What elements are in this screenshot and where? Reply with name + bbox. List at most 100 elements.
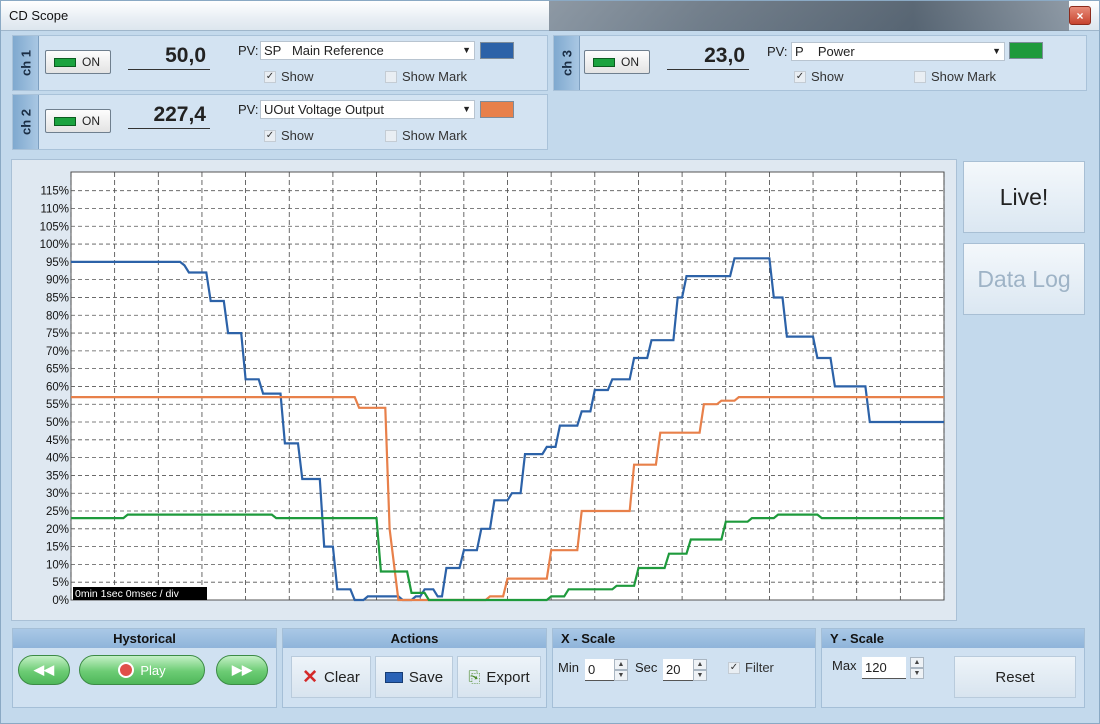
channel-1-color-swatch[interactable] [480,42,514,59]
channel-3-color-swatch[interactable] [1009,42,1043,59]
channel-2-tab-label: ch 2 [18,108,33,136]
reset-button[interactable]: Reset [954,656,1076,698]
y-tick-label: 65% [46,364,69,376]
check-icon: ✓ [728,661,740,674]
data-log-button[interactable]: Data Log [963,243,1085,315]
channel-3-value: 23,0 [667,42,749,70]
channel-1-on-button[interactable]: ON [45,50,111,74]
channel-1-tab-label: ch 1 [18,49,33,77]
check-icon: ✓ [794,70,806,83]
y-tick-label: 50% [46,417,69,429]
time-per-div-label: 0min 1sec 0msec / div [75,588,180,600]
live-button[interactable]: Live! [963,161,1085,233]
y-tick-label: 75% [46,328,69,340]
monitor-icon [384,671,403,683]
channel-3-on-label: ON [621,55,639,69]
play-button[interactable]: Play [79,655,205,685]
y-tick-label: 20% [46,524,69,536]
close-icon: ✕ [302,666,319,688]
filter-label: Filter [745,660,774,675]
x-sec-input[interactable]: 20 [663,659,695,681]
scope-chart-frame: 0% 5% 10% 15% 20% 25% 30% 35% 40% 45% 50% 55% 60% 65%… [11,159,957,621]
channel-1-on-indicator [54,57,76,67]
scope-chart[interactable]: 0% 5% 10% 15% 20% 25% 30% 35% 40% 45% 50% 55% 60% 65%… [12,160,958,622]
y-tick-label: 0% [52,595,69,607]
x-sec-stepper[interactable]: ▲ ▼ [693,659,707,681]
channel-3-tab[interactable]: ch 3 [554,36,580,90]
y-tick-label: 10% [46,559,69,571]
y-tick-label: 110% [40,203,69,215]
y-tick-label: 15% [46,542,69,554]
save-button[interactable]: Save [375,656,453,698]
y-tick-label: 5% [52,577,69,589]
channel-3-pv-select[interactable]: P Power ▼ [791,42,1005,61]
channel-3-on-button[interactable]: ON [584,50,650,74]
channel-2-on-label: ON [82,114,100,128]
channel-1-showmark-label: Show Mark [402,69,468,84]
y-tick-label: 80% [46,310,69,322]
historical-title: Hystorical [13,629,276,648]
check-icon: ✓ [264,129,276,142]
channel-3-show-label: Show [811,69,844,84]
export-icon: ⎘ [468,668,481,686]
window-title: CD Scope [9,8,69,23]
channel-1-tab[interactable]: ch 1 [13,36,39,90]
channel-2-show-label: Show [281,128,314,143]
actions-group: Actions ✕ Clear Save ⎘ Export [282,628,547,708]
export-label: Export [486,668,530,686]
filter-checkbox[interactable]: ✓ Filter [728,660,774,675]
channel-2-color-swatch[interactable] [480,101,514,118]
y-max-stepper[interactable]: ▲ ▼ [910,657,924,679]
y-tick-label: 60% [46,381,69,393]
x-min-stepper[interactable]: ▲ ▼ [614,659,628,681]
channel-1-pv-selected: SP Main Reference [264,43,384,58]
y-max-input[interactable]: 120 [862,657,906,679]
channel-3-pv-selected: P Power [795,44,855,59]
channel-1-value: 50,0 [128,42,210,70]
channel-1-pv-label: PV: [238,43,259,58]
forward-button[interactable]: ▶▶ [216,655,268,685]
channel-3-show-checkbox[interactable]: ✓ Show [794,69,844,84]
close-button[interactable]: × [1069,6,1091,25]
check-icon: ✓ [264,70,276,83]
chevron-down-icon: ▼ [992,46,1001,56]
historical-group: Hystorical ◀◀ Play ▶▶ [12,628,277,708]
channel-3-panel: ch 3 ON 23,0 PV: P Power ▼ ✓ Show Show M… [553,35,1087,91]
rewind-icon: ◀◀ [34,662,54,677]
x-scale-group: X - Scale Min 0 ▲ ▼ Sec 20 ▲ ▼ ✓ Filter [552,628,816,708]
channel-2-tab[interactable]: ch 2 [13,95,39,149]
channel-1-show-checkbox[interactable]: ✓ Show [264,69,314,84]
y-tick-label: 85% [46,292,69,304]
channel-1-show-label: Show [281,69,314,84]
y-tick-label: 25% [46,506,69,518]
channel-2-showmark-label: Show Mark [402,128,468,143]
channel-2-pv-select[interactable]: UOut Voltage Output ▼ [260,100,475,119]
channel-2-showmark-checkbox[interactable]: Show Mark [385,128,467,143]
channel-3-pv-label: PV: [767,44,788,59]
play-label: Play [140,662,166,678]
channel-2-on-button[interactable]: ON [45,109,111,133]
channel-3-on-indicator [593,57,615,67]
save-label: Save [408,668,444,686]
clear-label: Clear [324,668,360,686]
channel-2-pv-selected: UOut Voltage Output [264,102,384,117]
y-scale-title: Y - Scale [822,629,1084,648]
channel-3-showmark-checkbox[interactable]: Show Mark [914,69,996,84]
channel-2-pv-label: PV: [238,102,259,117]
y-scale-group: Y - Scale Max 120 ▲ ▼ Reset [821,628,1085,708]
y-tick-label: 45% [46,435,69,447]
channel-3-tab-label: ch 3 [559,49,574,77]
export-button[interactable]: ⎘ Export [457,656,541,698]
chevron-down-icon: ▼ [462,45,471,55]
channel-1-pv-select[interactable]: SP Main Reference ▼ [260,41,475,60]
y-tick-label: 30% [46,488,69,500]
rewind-button[interactable]: ◀◀ [18,655,70,685]
channel-2-value: 227,4 [128,101,210,129]
x-min-label: Min [558,660,579,675]
channel-1-showmark-checkbox[interactable]: Show Mark [385,69,467,84]
y-tick-label: 95% [46,257,69,269]
channel-2-show-checkbox[interactable]: ✓ Show [264,128,314,143]
y-tick-label: 105% [40,221,69,233]
clear-button[interactable]: ✕ Clear [291,656,371,698]
cd-scope-window: CD Scope × ch 1 ON 50,0 PV: SP Main Refe… [0,0,1100,724]
